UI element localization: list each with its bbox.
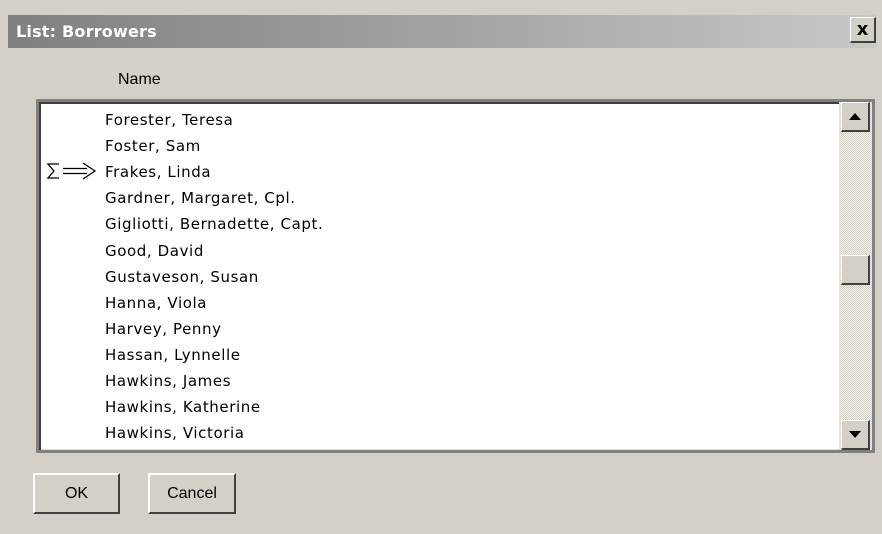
list-item-label: Foster, Sam — [105, 137, 201, 156]
list-item-label: Hawkins, Katherine — [105, 398, 261, 417]
list-item[interactable]: Harvey, Penny — [39, 315, 836, 341]
list-item-label: Gardner, Margaret, Cpl. — [105, 189, 296, 208]
scroll-down-button[interactable] — [841, 420, 870, 450]
scroll-thumb[interactable] — [841, 255, 870, 285]
arrow-down-icon — [849, 430, 861, 438]
borrowers-list-dialog: List: Borrowers x Name Forester, Teresa F… — [0, 0, 882, 534]
scroll-up-button[interactable] — [841, 102, 870, 132]
list-item[interactable]: Good, David — [39, 237, 836, 263]
list-item-label: Hanna, Viola — [105, 293, 208, 312]
list-item-label: Hawkins, James — [105, 372, 232, 390]
list-item[interactable]: Forester, Teresa — [39, 106, 836, 132]
cancel-button[interactable]: Cancel — [148, 473, 236, 514]
list-item-label: Frakes, Linda — [105, 163, 212, 182]
list-item-label: Forester, Teresa — [105, 111, 234, 129]
ok-button[interactable]: OK — [33, 473, 120, 514]
list-rows: Forester, Teresa Foster, Sam Frakes, Linda… — [39, 106, 836, 450]
column-header-name[interactable]: Name — [118, 71, 161, 89]
vertical-scrollbar[interactable] — [839, 102, 872, 450]
list-item[interactable]: Frakes, Linda — [39, 158, 836, 184]
close-button[interactable]: x — [850, 17, 876, 43]
list-item-label: Harvey, Penny — [105, 319, 222, 338]
list-item-label: Hassan, Lynnelle — [105, 345, 241, 364]
list-item[interactable]: Hawkins, Katherine — [39, 393, 836, 419]
borrowers-listbox[interactable]: Forester, Teresa Foster, Sam Frakes, Linda… — [36, 99, 875, 453]
list-item[interactable]: Foster, Sam — [39, 132, 836, 158]
sigma-arrow-icon — [46, 162, 97, 180]
list-item-label: Good, David — [105, 241, 204, 260]
title-bar[interactable]: List: Borrowers x — [8, 15, 876, 48]
list-item[interactable]: Gardner, Margaret, Cpl. — [39, 184, 836, 210]
list-item-label: Gustaveson, Susan — [105, 267, 259, 286]
list-item[interactable]: Gigliotti, Bernadette, Capt. — [39, 210, 836, 236]
list-item[interactable]: Hawkins, Victoria — [39, 419, 836, 445]
list-item[interactable]: Gustaveson, Susan — [39, 263, 836, 289]
list-item[interactable]: Hawkins, James — [39, 367, 836, 393]
list-item[interactable]: Hassan, Lynnelle — [39, 341, 836, 367]
close-icon: x — [856, 18, 869, 40]
list-item[interactable]: Hanna, Viola — [39, 289, 836, 315]
arrow-up-icon — [849, 112, 861, 120]
window-title: List: Borrowers — [16, 22, 157, 41]
list-item-label: Gigliotti, Bernadette, Capt. — [105, 215, 324, 234]
list-item-label: Hawkins, Victoria — [105, 424, 245, 443]
